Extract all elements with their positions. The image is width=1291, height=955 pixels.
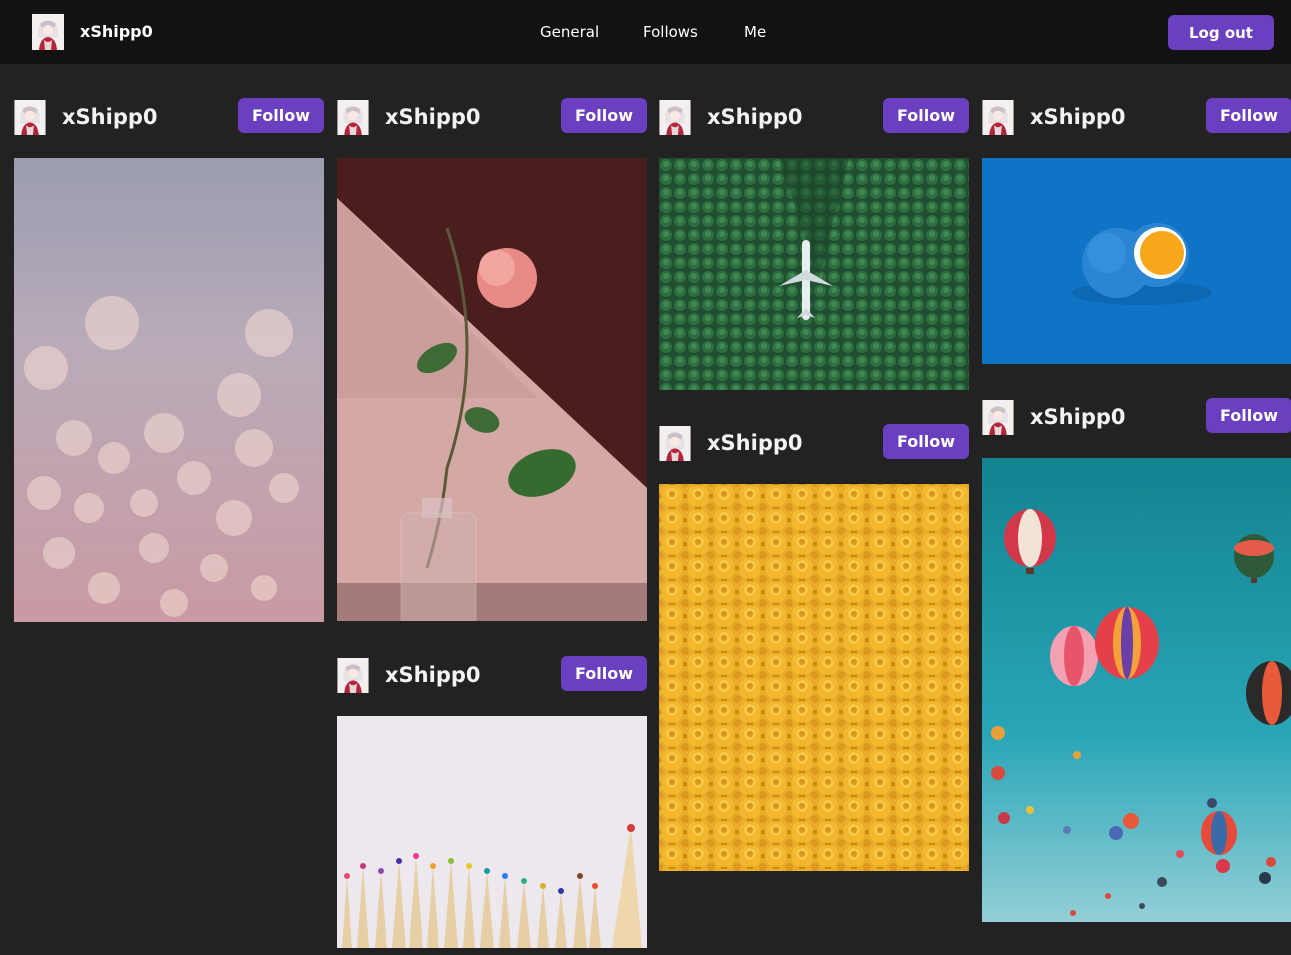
author-username[interactable]: xShipp0 [62,105,158,129]
bokeh-lights-photo[interactable] [14,158,324,622]
follow-button[interactable]: Follow [1206,98,1291,133]
blue-orange-photo[interactable] [982,158,1291,364]
post-header: xShipp0 Follow [982,98,1291,138]
top-navigation-bar: xShipp0 General Follows Me Log out [0,0,1291,64]
author-avatar[interactable] [982,400,1014,435]
author-username[interactable]: xShipp0 [1030,405,1126,429]
nav-follows[interactable]: Follows [643,23,698,41]
author-username[interactable]: xShipp0 [707,431,803,455]
post-header: xShipp0 Follow [337,656,647,696]
nav-me[interactable]: Me [744,23,766,41]
post-header: xShipp0 Follow [337,98,647,138]
rose-in-vase-photo[interactable] [337,158,647,621]
author-avatar[interactable] [337,100,369,135]
lego-heads-photo[interactable] [659,484,969,871]
hot-air-balloons-photo[interactable] [982,458,1291,922]
author-username[interactable]: xShipp0 [707,105,803,129]
author-avatar[interactable] [659,100,691,135]
author-avatar[interactable] [14,100,46,135]
user-avatar[interactable] [32,14,64,50]
follow-button[interactable]: Follow [883,98,969,133]
author-avatar[interactable] [337,658,369,693]
logout-button[interactable]: Log out [1168,15,1274,50]
author-avatar[interactable] [982,100,1014,135]
post-header: xShipp0 Follow [659,98,969,138]
post-header: xShipp0 Follow [14,98,324,138]
author-username[interactable]: xShipp0 [385,105,481,129]
nav-general[interactable]: General [540,23,599,41]
colored-pencils-photo[interactable] [337,716,647,948]
author-username[interactable]: xShipp0 [1030,105,1126,129]
author-avatar[interactable] [659,426,691,461]
follow-button[interactable]: Follow [561,656,647,691]
author-username[interactable]: xShipp0 [385,663,481,687]
current-username[interactable]: xShipp0 [80,22,153,41]
follow-button[interactable]: Follow [883,424,969,459]
post-header: xShipp0 Follow [982,398,1291,438]
airplane-in-forest-photo[interactable] [659,158,969,390]
follow-button[interactable]: Follow [238,98,324,133]
follow-button[interactable]: Follow [1206,398,1291,433]
follow-button[interactable]: Follow [561,98,647,133]
post-header: xShipp0 Follow [659,424,969,464]
